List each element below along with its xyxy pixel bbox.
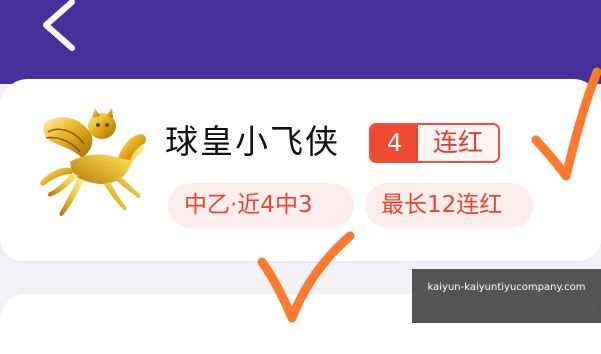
longest-streak-tag: 最长12连红 [365,183,533,228]
streak-count: 4 [371,125,418,161]
expert-name: 球皇小飞侠 [165,122,340,161]
back-button[interactable] [26,0,96,62]
avatar[interactable] [22,106,150,224]
watermark: kaiyun-kaiyuntiyucompany.com [412,269,601,323]
watermark-url: kaiyun-kaiyuntiyucompany.com [427,282,586,293]
chevron-left-icon [43,0,75,51]
recent-record-tag: 中乙·近4中3 [168,183,354,228]
winged-horse-icon [40,108,147,217]
streak-label: 连红 [432,128,483,157]
top-header-bar [0,0,601,84]
streak-badge: 4 连红 [369,123,500,163]
